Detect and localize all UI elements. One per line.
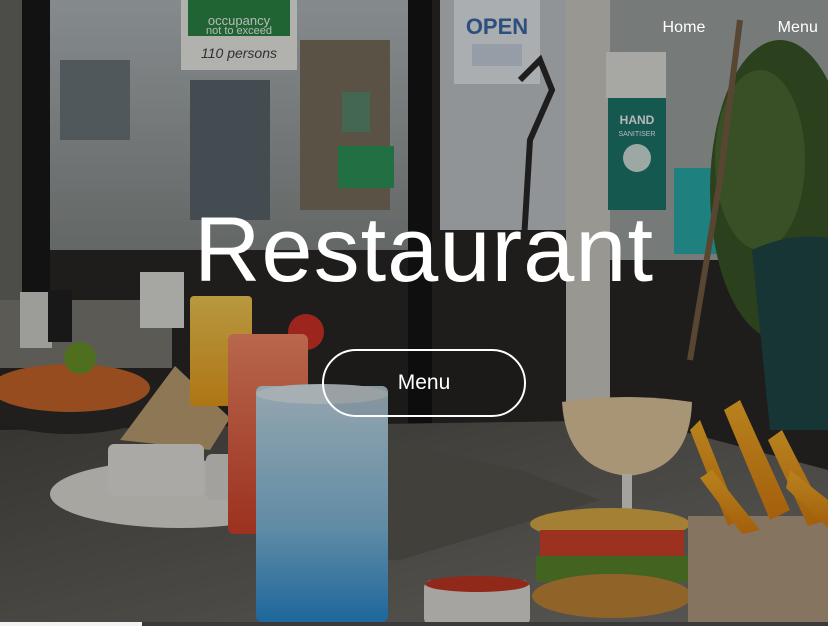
- nav-menu-link[interactable]: Menu: [778, 19, 818, 37]
- bottom-bar: [0, 622, 828, 626]
- dark-overlay: [0, 0, 828, 626]
- hero-title: Restaurant: [193, 199, 655, 301]
- top-navigation: Home Menu: [662, 19, 818, 37]
- nav-home-link[interactable]: Home: [662, 19, 705, 37]
- menu-button[interactable]: Menu: [322, 349, 526, 417]
- hero-section: occupancy not to exceed 110 persons OPEN…: [0, 0, 828, 626]
- bottom-bar-indicator: [0, 622, 142, 626]
